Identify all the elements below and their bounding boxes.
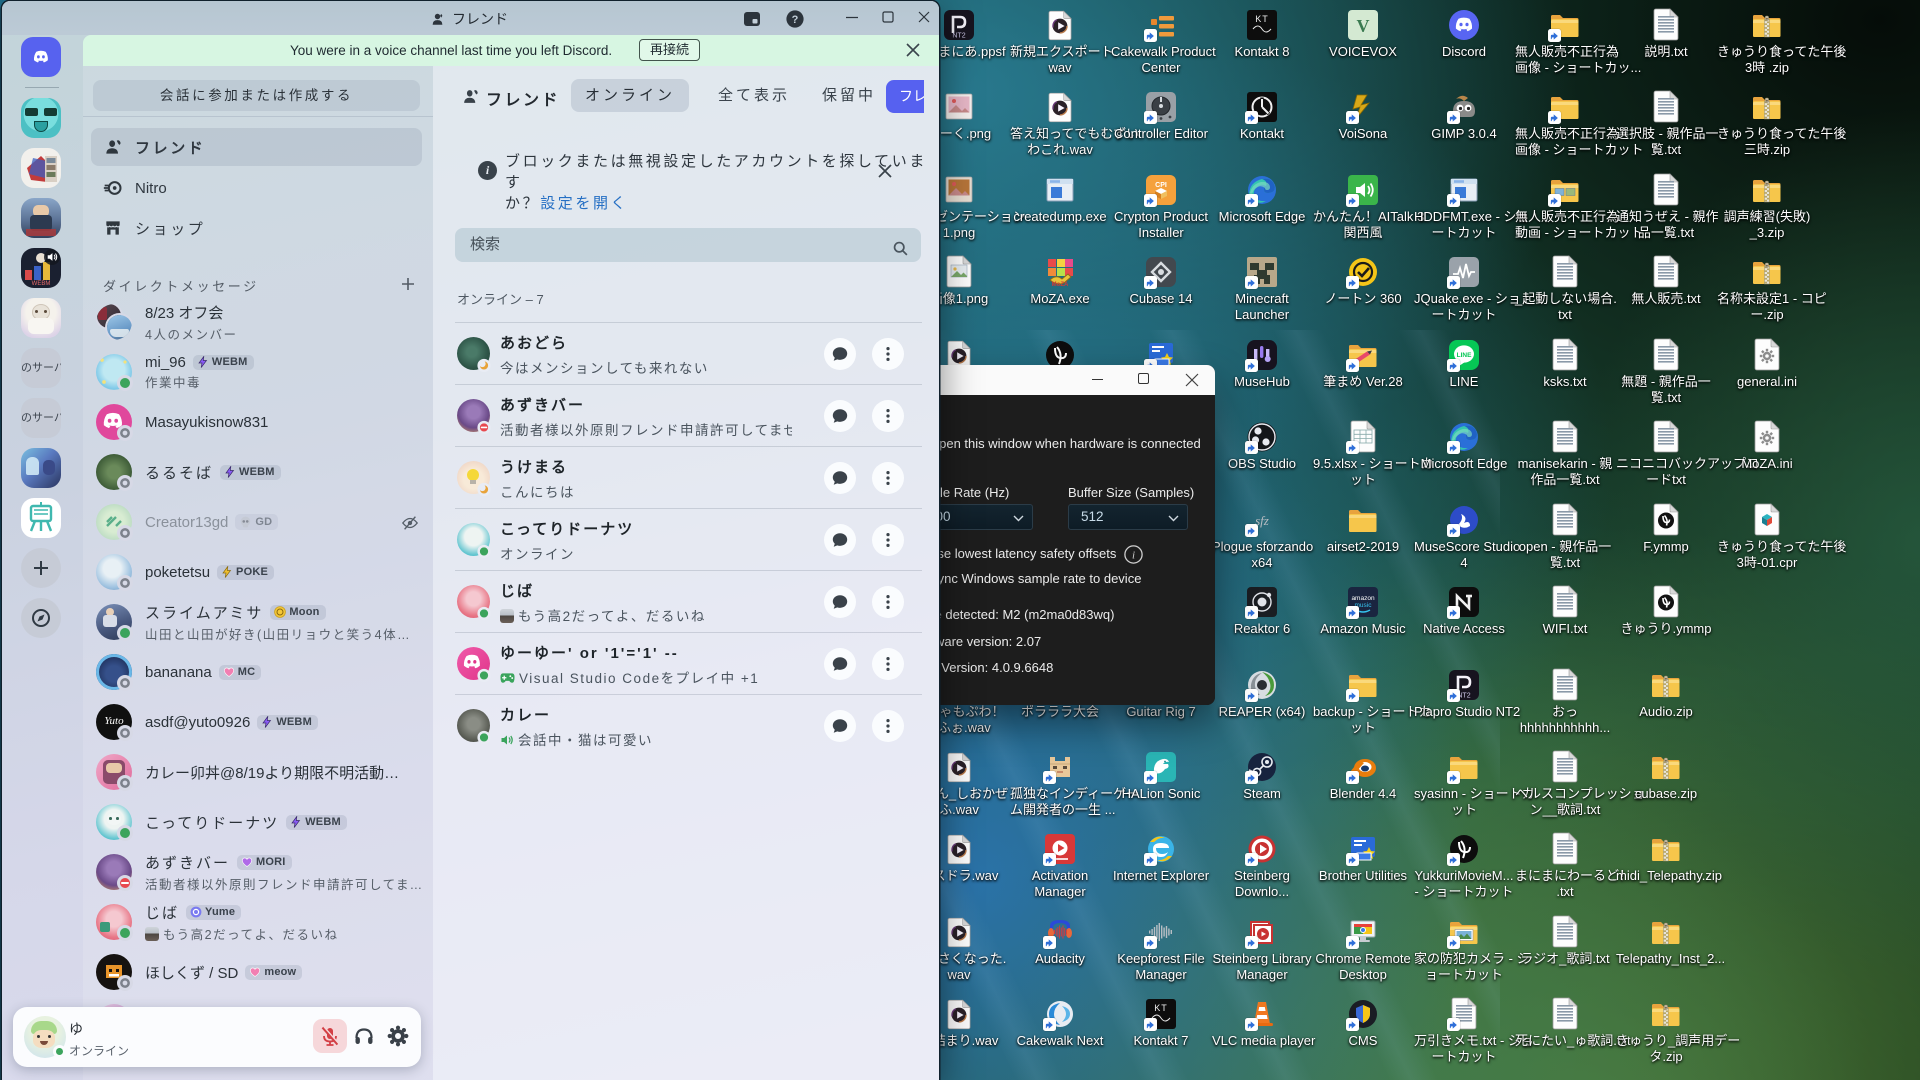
svg-text:amazon: amazon <box>1351 595 1375 602</box>
svg-text:NT2: NT2 <box>952 33 965 40</box>
svg-text:V: V <box>1357 16 1370 36</box>
svg-text:KT: KT <box>1255 14 1269 24</box>
svg-text:KT: KT <box>1154 1003 1168 1013</box>
svg-text:CPI: CPI <box>1155 182 1167 189</box>
svg-text:LINE: LINE <box>1457 352 1472 359</box>
svg-text:i: i <box>1132 550 1135 562</box>
svg-text:WEBM: WEBM <box>32 281 51 287</box>
svg-text:?: ? <box>792 14 799 26</box>
svg-text:MoZA: MoZA <box>1052 282 1069 288</box>
